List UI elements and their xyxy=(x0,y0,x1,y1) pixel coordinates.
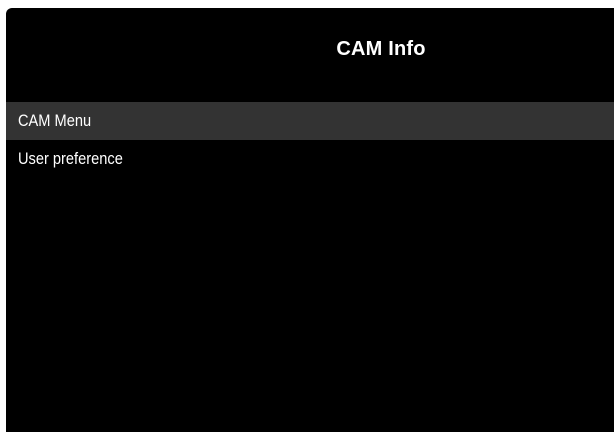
menu-item-cam-menu[interactable]: CAM Menu xyxy=(6,102,614,140)
menu-item-label: User preference xyxy=(18,149,123,168)
cam-info-menu: CAM Menu User preference xyxy=(6,102,614,178)
menu-item-user-preference[interactable]: User preference xyxy=(6,140,614,178)
menu-item-label: CAM Menu xyxy=(18,111,92,130)
cam-info-screen: CAM Info CAM Menu User preference xyxy=(6,8,614,432)
page-title: CAM Info xyxy=(336,38,426,60)
